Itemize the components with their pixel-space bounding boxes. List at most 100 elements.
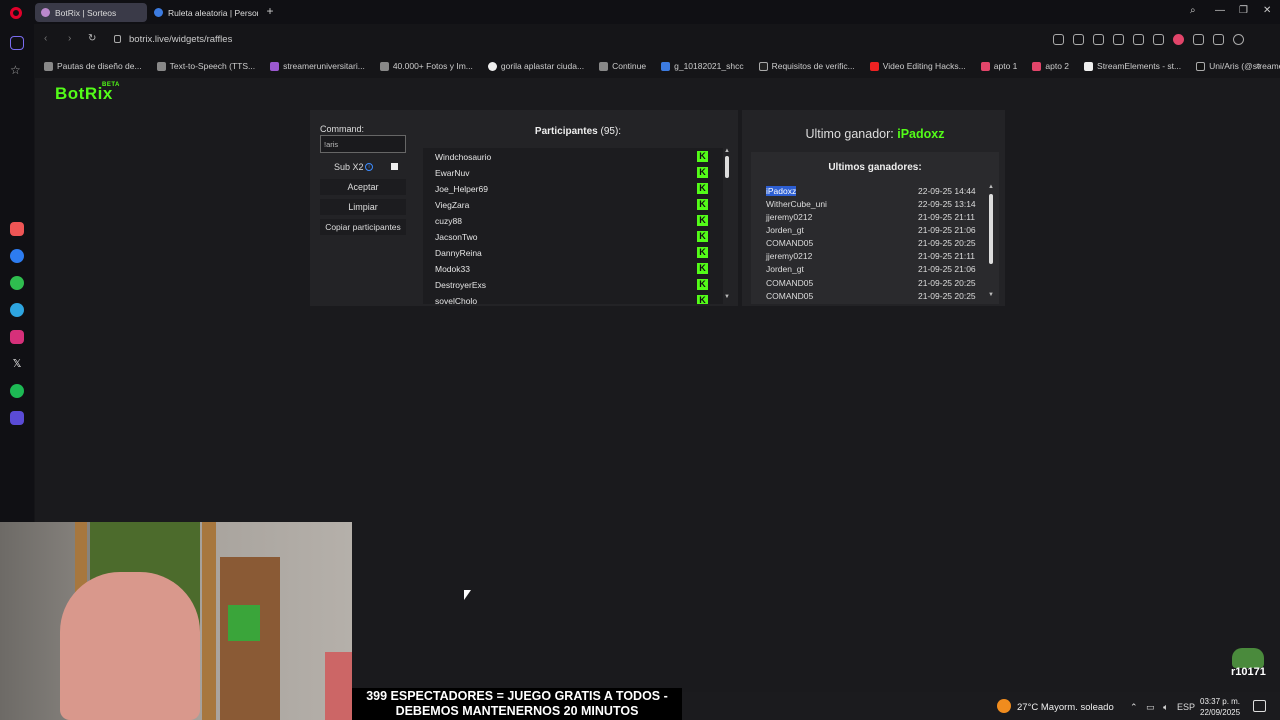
- bookmark-item[interactable]: gorila aplastar ciuda...: [478, 57, 589, 75]
- download-icon[interactable]: [1193, 34, 1204, 45]
- winner-name[interactable]: WitherCube_uni: [766, 199, 827, 209]
- winner-name[interactable]: Jorden_gt: [766, 264, 804, 274]
- shield-icon[interactable]: [1113, 34, 1124, 45]
- search-tabs-icon[interactable]: ⌕: [1190, 5, 1196, 16]
- bookmark-item[interactable]: Video Editing Hacks...: [860, 57, 971, 75]
- bookmark-item[interactable]: Pautas de diseño de...: [34, 57, 147, 75]
- maximize-button[interactable]: ❐: [1239, 5, 1248, 16]
- copy-participants-button[interactable]: Copiar participantes: [320, 219, 406, 235]
- chevron-up-icon[interactable]: ⌃: [1130, 702, 1138, 712]
- bookmark-item[interactable]: Continue: [589, 57, 651, 75]
- tab-botrix[interactable]: BotRix | Sorteos: [35, 3, 147, 22]
- weather-text[interactable]: 27°C Mayorm. soleado: [1017, 702, 1114, 713]
- bookmark-item[interactable]: apto 1: [971, 57, 1023, 75]
- minimize-button[interactable]: —: [1215, 5, 1225, 16]
- winner-name[interactable]: COMAND05: [766, 238, 813, 248]
- scroll-up-icon[interactable]: ▲: [724, 148, 730, 154]
- close-window-button[interactable]: ✕: [1263, 5, 1271, 16]
- youtube-icon: [869, 61, 879, 71]
- instagram-icon[interactable]: [10, 330, 24, 344]
- mouse-cursor-icon: [464, 590, 471, 600]
- bookmark-item[interactable]: Text-to-Speech (TTS...: [147, 57, 261, 75]
- last-winner-title: Ultimo ganador: iPadoxz: [805, 127, 945, 141]
- scroll-thumb[interactable]: [989, 194, 993, 264]
- bookmark-item[interactable]: StreamElements - st...: [1074, 57, 1186, 75]
- bookmark-item[interactable]: apto 2: [1022, 57, 1074, 75]
- winner-name[interactable]: jjeremy0212: [766, 212, 812, 222]
- winner-name[interactable]: COMAND05: [766, 278, 813, 288]
- list-item: EwarNuv: [435, 168, 470, 178]
- botrix-logo[interactable]: BotRix BETA: [55, 82, 119, 104]
- winner-name[interactable]: jjeremy0212: [766, 251, 812, 261]
- list-item: JacsonTwo: [435, 232, 478, 242]
- participants-list[interactable]: Windchosaurio K EwarNuv K Joe_Helper69 K…: [423, 148, 723, 304]
- bookmark-item[interactable]: g_10182021_shcc: [651, 57, 748, 75]
- browser-tab-bar: BotRix | Sorteos Ruleta aleatoria | Pers…: [0, 0, 1280, 24]
- list-item: DestroyerExs: [435, 280, 487, 290]
- star-icon[interactable]: ☆: [10, 64, 24, 78]
- opera-logo-icon[interactable]: [10, 7, 22, 19]
- bookmark-item[interactable]: 40.000+ Fotos y Im...: [370, 57, 478, 75]
- accept-button[interactable]: Aceptar: [320, 179, 406, 195]
- weather-icon[interactable]: [997, 699, 1011, 713]
- messenger-icon[interactable]: [10, 249, 24, 263]
- network-icon[interactable]: ▭: [1146, 702, 1155, 712]
- scroll-down-icon[interactable]: ▼: [724, 294, 730, 300]
- system-tray[interactable]: ⌃ ▭ 🔈︎ ESP: [1130, 702, 1195, 713]
- profile-icon[interactable]: [1233, 34, 1244, 45]
- winner-name[interactable]: iPadoxz: [766, 186, 797, 196]
- x-twitter-icon[interactable]: 𝕏: [10, 357, 24, 371]
- taskbar-clock[interactable]: 03:37 p. m. 22/09/2025: [1200, 696, 1240, 718]
- bookmark-item[interactable]: streameruniversitari...: [260, 57, 370, 75]
- language-indicator[interactable]: ESP: [1177, 702, 1195, 712]
- sub-x2-checkbox[interactable]: [391, 163, 398, 170]
- winner-date: 21-09-25 21:06: [918, 264, 976, 274]
- back-icon[interactable]: ‹: [44, 33, 47, 44]
- extensions-icon[interactable]: [1133, 34, 1144, 45]
- home-icon[interactable]: [10, 36, 24, 50]
- winner-name[interactable]: Jorden_gt: [766, 225, 804, 235]
- aria-icon[interactable]: [10, 222, 24, 236]
- winners-scrollbar[interactable]: ▲ ▼: [988, 184, 995, 302]
- scroll-thumb[interactable]: [725, 156, 729, 178]
- scroll-down-icon[interactable]: ▼: [988, 292, 994, 298]
- edit-icon[interactable]: [1073, 34, 1084, 45]
- volume-icon[interactable]: 🔈︎: [1163, 702, 1168, 712]
- bookmarks-bar: Pautas de diseño de... Text-to-Speech (T…: [34, 57, 1280, 75]
- bookmark-icon: [599, 61, 609, 71]
- kick-icon: K: [697, 199, 708, 210]
- new-tab-button[interactable]: +: [264, 5, 276, 17]
- participants-scrollbar[interactable]: ▲ ▼: [724, 148, 731, 304]
- forward-icon[interactable]: ›: [68, 33, 71, 44]
- bookmark-item[interactable]: Requisitos de verific...: [749, 57, 860, 75]
- bookmark-item[interactable]: Uni/Aris (@streame...: [1186, 57, 1280, 75]
- spotify-icon[interactable]: [10, 384, 24, 398]
- tab-ruleta[interactable]: Ruleta aleatoria | Personal: [148, 3, 258, 22]
- reload-icon[interactable]: ↻: [88, 33, 96, 44]
- telegram-icon[interactable]: [10, 303, 24, 317]
- menu-icon[interactable]: [1213, 34, 1224, 45]
- search-icon[interactable]: [1053, 34, 1064, 45]
- play-icon[interactable]: [1153, 34, 1164, 45]
- scroll-up-icon[interactable]: ▲: [988, 184, 994, 190]
- frog-logo-text: r10171: [1231, 666, 1266, 678]
- winner-name[interactable]: COMAND05: [766, 291, 813, 301]
- whatsapp-icon[interactable]: [10, 276, 24, 290]
- kick-icon: K: [697, 279, 708, 290]
- list-item: Joe_Helper69: [435, 184, 488, 194]
- url-field[interactable]: botrix.live/widgets/raffles: [129, 34, 232, 45]
- clear-button[interactable]: Limpiar: [320, 199, 406, 215]
- bookmark-icon: [379, 61, 389, 71]
- camera-icon[interactable]: [1093, 34, 1104, 45]
- notification-icon[interactable]: [1253, 700, 1266, 712]
- winner-date: 21-09-25 21:11: [918, 251, 976, 261]
- command-input[interactable]: [320, 135, 406, 153]
- bookmarks-overflow-icon[interactable]: »: [1256, 60, 1261, 70]
- webcam-overlay: [0, 522, 352, 720]
- heart-icon[interactable]: [1173, 34, 1184, 45]
- lock-icon: [114, 35, 121, 43]
- player-icon[interactable]: [10, 411, 24, 425]
- winner-date: 21-09-25 20:25: [918, 291, 976, 301]
- x-twitter-icon: [758, 61, 768, 71]
- info-icon[interactable]: i: [365, 163, 373, 171]
